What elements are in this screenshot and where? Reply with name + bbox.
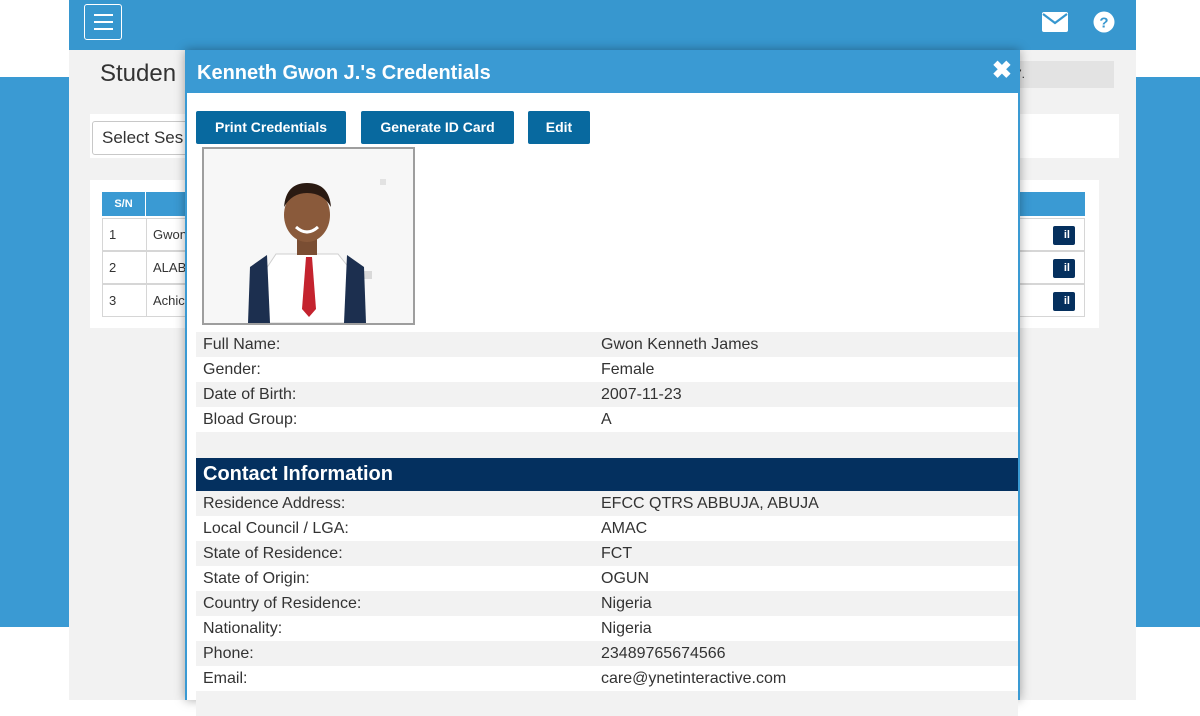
field-value: Female bbox=[601, 361, 655, 378]
field-label: Gender: bbox=[203, 361, 261, 378]
field-value: EFCC QTRS ABBUJA, ABUJA bbox=[601, 495, 819, 512]
info-row-state-of-residence: State of Residence: FCT bbox=[196, 541, 1018, 566]
row-sn: 2 bbox=[103, 252, 147, 283]
svg-text:?: ? bbox=[1099, 15, 1108, 32]
field-value: Nigeria bbox=[601, 595, 652, 612]
field-value: Nigeria bbox=[601, 620, 652, 637]
close-icon[interactable]: ✖ bbox=[992, 59, 1012, 83]
field-value: AMAC bbox=[601, 520, 648, 537]
row-name: ALAB bbox=[153, 260, 187, 275]
field-value: 23489765674566 bbox=[601, 645, 726, 662]
modal-header: Kenneth Gwon J.'s Credentials ✖ bbox=[187, 50, 1018, 93]
field-label: Nationality: bbox=[203, 620, 283, 637]
hamburger-icon bbox=[94, 14, 113, 16]
contact-section-heading: Contact Information bbox=[196, 458, 1018, 492]
info-row-trailing bbox=[196, 691, 1018, 716]
field-label: Date of Birth: bbox=[203, 386, 297, 403]
field-label: Local Council / LGA: bbox=[203, 520, 349, 537]
field-value: 2007-11-23 bbox=[601, 386, 682, 403]
row-action-button[interactable]: il bbox=[1053, 292, 1075, 311]
info-row-country-of-residence: Country of Residence: Nigeria bbox=[196, 591, 1018, 616]
section-spacer bbox=[196, 432, 1018, 458]
field-value: Gwon Kenneth James bbox=[601, 336, 759, 353]
row-sn: 1 bbox=[103, 219, 147, 250]
info-row-date-of-birth: Date of Birth: 2007-11-23 bbox=[196, 382, 1018, 407]
credentials-modal: Kenneth Gwon J.'s Credentials ✖ Print Cr… bbox=[185, 50, 1020, 716]
page-title: Studen bbox=[100, 60, 177, 87]
print-credentials-button[interactable]: Print Credentials bbox=[196, 111, 346, 144]
generate-id-card-button[interactable]: Generate ID Card bbox=[361, 111, 514, 144]
field-value: OGUN bbox=[601, 570, 649, 587]
info-row-lga: Local Council / LGA: AMAC bbox=[196, 516, 1018, 541]
info-row-blood-group: Bload Group: A bbox=[196, 407, 1018, 432]
menu-toggle-button[interactable] bbox=[84, 4, 122, 40]
student-photo-image bbox=[204, 149, 413, 323]
modal-title: Kenneth Gwon J.'s Credentials bbox=[197, 62, 491, 84]
field-label: State of Residence: bbox=[203, 545, 343, 562]
field-value: care@ynetinteractive.com bbox=[601, 670, 787, 687]
info-row-gender: Gender: Female bbox=[196, 357, 1018, 382]
field-label: Bload Group: bbox=[203, 411, 298, 428]
row-action-button[interactable]: il bbox=[1053, 259, 1075, 278]
edit-button[interactable]: Edit bbox=[528, 111, 590, 144]
field-label: Email: bbox=[203, 670, 248, 687]
field-label: Residence Address: bbox=[203, 495, 346, 512]
student-photo bbox=[202, 147, 415, 325]
field-label: Country of Residence: bbox=[203, 595, 362, 612]
row-action-button[interactable]: il bbox=[1053, 226, 1075, 245]
top-navbar: ? bbox=[69, 0, 1136, 50]
row-name: Achic bbox=[153, 293, 185, 308]
field-value: A bbox=[601, 411, 612, 428]
row-sn: 3 bbox=[103, 285, 147, 316]
info-row-full-name: Full Name: Gwon Kenneth James bbox=[196, 332, 1018, 357]
info-row-state-of-origin: State of Origin: OGUN bbox=[196, 566, 1018, 591]
row-name: Gwon bbox=[153, 227, 187, 242]
field-value: FCT bbox=[601, 545, 633, 562]
question-circle-icon[interactable]: ? bbox=[1093, 11, 1115, 33]
info-row-phone: Phone: 23489765674566 bbox=[196, 641, 1018, 666]
breadcrumb: 7. bbox=[1009, 61, 1114, 88]
info-row-email: Email: care@ynetinteractive.com bbox=[196, 666, 1018, 691]
column-header-sn: S/N bbox=[102, 192, 146, 216]
field-label: State of Origin: bbox=[203, 570, 310, 587]
info-row-residence-address: Residence Address: EFCC QTRS ABBUJA, ABU… bbox=[196, 491, 1018, 516]
info-row-nationality: Nationality: Nigeria bbox=[196, 616, 1018, 641]
envelope-icon[interactable] bbox=[1042, 11, 1068, 33]
field-label: Phone: bbox=[203, 645, 254, 662]
field-label: Full Name: bbox=[203, 336, 281, 353]
